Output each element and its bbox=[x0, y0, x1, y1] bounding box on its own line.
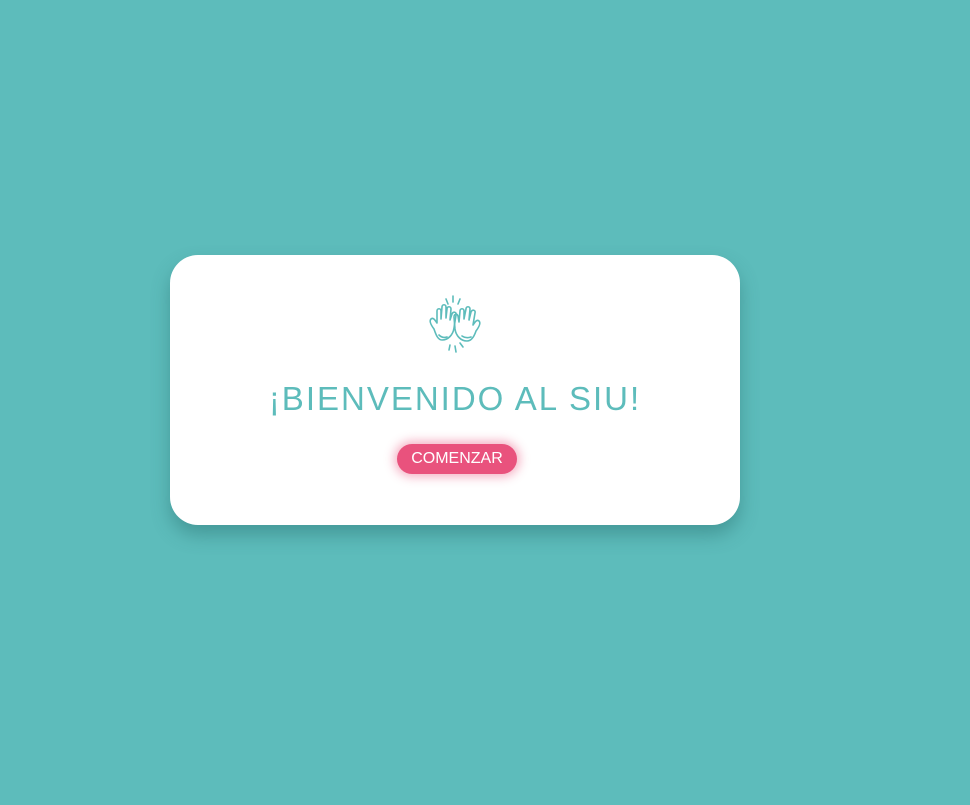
high-five-icon bbox=[424, 295, 486, 355]
welcome-card: ¡BIENVENIDO AL SIU! COMENZAR bbox=[170, 255, 740, 525]
start-button[interactable]: COMENZAR bbox=[397, 444, 517, 474]
welcome-title: ¡BIENVENIDO AL SIU! bbox=[268, 380, 642, 417]
